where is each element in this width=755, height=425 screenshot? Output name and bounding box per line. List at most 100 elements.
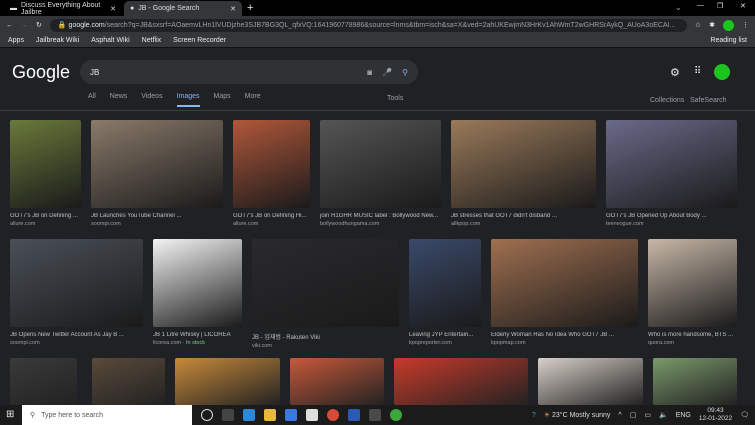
result-caption[interactable]: JB - 임재범 - Rakuten Viki: [252, 332, 399, 341]
bookmark-screen-recorder[interactable]: Screen Recorder: [173, 37, 226, 44]
safesearch-button[interactable]: SafeSearch: [690, 97, 727, 104]
result-caption[interactable]: Elderly Woman Has No Idea Who GOT7 JB ..…: [491, 332, 638, 338]
tab-images[interactable]: Images: [176, 93, 200, 107]
image-result[interactable]: Who is more handsome, BTS ... quora.com: [648, 239, 737, 346]
tab-maps[interactable]: Maps: [214, 93, 231, 107]
google-logo[interactable]: Google: [12, 62, 70, 83]
result-caption[interactable]: join H1GHR MUSIC label : Bollywood New..…: [320, 213, 441, 219]
chrome-icon[interactable]: [327, 409, 339, 421]
result-thumbnail[interactable]: [320, 120, 441, 208]
edge-icon[interactable]: [243, 409, 255, 421]
camera-icon[interactable]: ◙: [367, 68, 372, 77]
notifications-icon[interactable]: 🗨: [740, 411, 749, 419]
menu-icon[interactable]: ⋮: [742, 21, 749, 29]
apps-grid-icon[interactable]: ⠿: [694, 66, 701, 77]
result-thumbnail[interactable]: [409, 239, 481, 327]
mail-icon[interactable]: [369, 409, 381, 421]
result-caption[interactable]: JB Launches YouTube Channel ...: [91, 213, 223, 219]
image-result[interactable]: GOT7's JB on Defining Hi... allure.com: [233, 120, 310, 227]
task-view-icon[interactable]: [222, 409, 234, 421]
search-icon[interactable]: ⚲: [402, 68, 408, 77]
image-result[interactable]: Leaving JYP Entertain... kpopreporter.com: [409, 239, 481, 346]
word-icon[interactable]: [348, 409, 360, 421]
result-caption[interactable]: JB 1 Litre Whisky | LICOREA: [153, 332, 242, 338]
tab-google-search[interactable]: ● JB - Google Search ✕: [124, 1, 242, 16]
image-result[interactable]: JB stresses that GOT7 didn't disband ...…: [451, 120, 596, 227]
image-result[interactable]: [175, 358, 280, 405]
image-result[interactable]: Elderly Woman Has No Idea Who GOT7 JB ..…: [491, 239, 638, 346]
result-thumbnail[interactable]: [91, 120, 223, 208]
image-result[interactable]: join H1GHR MUSIC label : Bollywood New..…: [320, 120, 441, 227]
battery-icon[interactable]: ▭: [644, 411, 651, 419]
result-thumbnail[interactable]: [491, 239, 638, 327]
result-caption[interactable]: Who is more handsome, BTS ...: [648, 332, 737, 338]
close-tab-icon[interactable]: ✕: [110, 5, 116, 13]
result-caption[interactable]: GOT7's JB Opened Up About Body ...: [606, 213, 737, 219]
help-icon[interactable]: ?: [532, 412, 536, 419]
image-result[interactable]: GOT7's JB on Defining ... allure.com: [10, 120, 81, 227]
clock[interactable]: 09:43 12-01-2022: [699, 407, 732, 423]
result-caption[interactable]: GOT7's JB on Defining ...: [10, 213, 81, 219]
result-caption[interactable]: JB Opens New Twitter Account As Jay B ..…: [10, 332, 143, 338]
tools-button[interactable]: Tools: [387, 95, 403, 102]
windows-start-icon[interactable]: ⊞: [6, 409, 14, 420]
bookmark-asphalt-wiki[interactable]: Asphalt Wiki: [91, 37, 130, 44]
bookmark-jailbreak-wiki[interactable]: Jailbreak Wiki: [36, 37, 79, 44]
close-window-button[interactable]: ✕: [740, 2, 746, 10]
reading-list-button[interactable]: Reading list: [710, 37, 747, 44]
image-result[interactable]: [394, 358, 528, 405]
extensions-icon[interactable]: ✱: [709, 21, 715, 29]
account-avatar[interactable]: [714, 64, 730, 80]
tab-jailbreak[interactable]: ▬ Discuss Everything About Jailbre ✕: [4, 1, 122, 16]
close-tab-icon[interactable]: ✕: [230, 5, 236, 13]
image-result[interactable]: JB 1 Litre Whisky | LICOREA licorea.com ·…: [153, 239, 242, 346]
chrome-profile-icon[interactable]: [390, 409, 402, 421]
url-input[interactable]: 🔒 google.com/search?q=JB&sxsrf=AOaemvLHn…: [49, 18, 687, 32]
tab-search-icon[interactable]: ⌄: [675, 3, 682, 12]
result-thumbnail[interactable]: [10, 120, 81, 208]
tab-videos[interactable]: Videos: [141, 93, 162, 107]
forward-icon[interactable]: →: [21, 22, 28, 29]
collections-button[interactable]: Collections: [650, 97, 684, 104]
network-icon[interactable]: ▢: [630, 411, 637, 419]
store-icon[interactable]: [285, 409, 297, 421]
maximize-button[interactable]: ❐: [717, 2, 723, 10]
result-thumbnail[interactable]: [451, 120, 596, 208]
show-hidden-icons[interactable]: ^: [618, 412, 621, 419]
image-result[interactable]: [10, 358, 77, 405]
result-thumbnail[interactable]: [233, 120, 310, 208]
minimize-button[interactable]: —: [697, 2, 704, 9]
language-indicator[interactable]: ENG: [676, 412, 691, 419]
image-result[interactable]: [92, 358, 165, 405]
tab-all[interactable]: All: [88, 93, 96, 107]
settings-icon[interactable]: ⚙: [670, 66, 680, 79]
taskbar-search-input[interactable]: ⚲ Type here to search: [22, 405, 192, 425]
reload-icon[interactable]: ↻: [36, 21, 42, 29]
profile-avatar[interactable]: [723, 19, 734, 31]
star-icon[interactable]: ☆: [695, 21, 701, 29]
mic-icon[interactable]: 🎤: [382, 68, 392, 77]
back-icon[interactable]: ←: [6, 22, 13, 29]
image-result[interactable]: JB Launches YouTube Channel ... soompi.co…: [91, 120, 223, 227]
dropbox-icon[interactable]: [306, 409, 318, 421]
result-thumbnail[interactable]: [153, 239, 242, 327]
tab-more[interactable]: More: [245, 93, 261, 107]
new-tab-button[interactable]: +: [247, 2, 253, 14]
bookmark-netflix[interactable]: Netflix: [142, 37, 161, 44]
file-explorer-icon[interactable]: [264, 409, 276, 421]
result-thumbnail[interactable]: [606, 120, 737, 208]
volume-icon[interactable]: 🔈: [659, 411, 668, 419]
image-result[interactable]: JB Opens New Twitter Account As Jay B ..…: [10, 239, 143, 346]
image-result[interactable]: [653, 358, 737, 405]
result-caption[interactable]: Leaving JYP Entertain...: [409, 332, 481, 338]
result-caption[interactable]: GOT7's JB on Defining Hi...: [233, 213, 310, 219]
bookmark-apps[interactable]: Apps: [8, 37, 24, 44]
image-result[interactable]: [538, 358, 643, 405]
cortana-icon[interactable]: [201, 409, 213, 421]
search-input[interactable]: JB ◙ 🎤 ⚲: [80, 60, 418, 84]
result-thumbnail[interactable]: [10, 239, 143, 327]
image-result[interactable]: JB - 임재범 - Rakuten Viki viki.com: [252, 239, 399, 349]
result-thumbnail[interactable]: [252, 239, 399, 327]
result-thumbnail[interactable]: [648, 239, 737, 327]
weather-widget[interactable]: ☀ 23°C Mostly sunny: [544, 411, 611, 419]
